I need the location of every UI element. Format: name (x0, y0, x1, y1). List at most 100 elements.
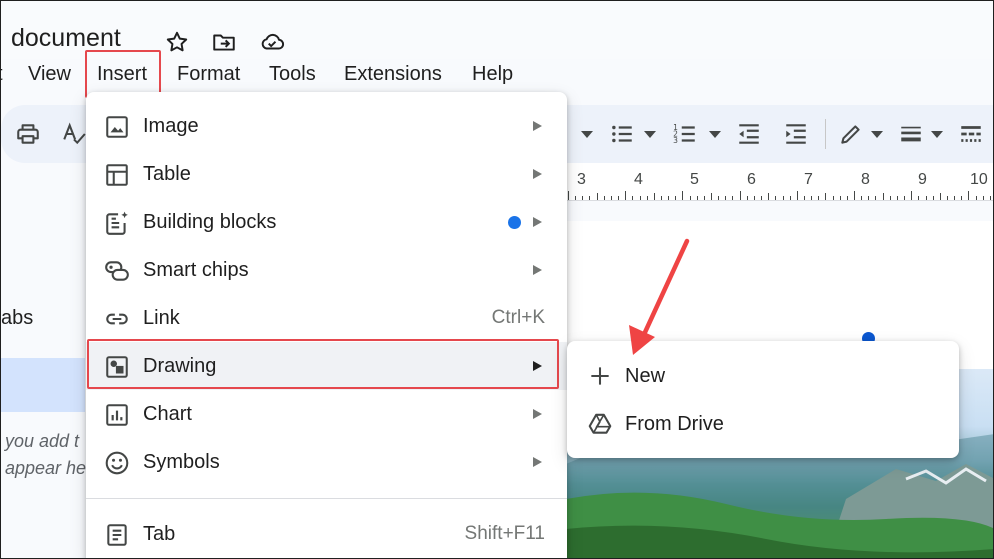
ruler-tick (739, 191, 741, 200)
chevron-down-icon[interactable] (709, 131, 721, 138)
toolbar-divider (825, 119, 826, 149)
menu-item-label: Link (143, 307, 180, 329)
menu-item-link[interactable]: Link Ctrl+K (86, 294, 567, 342)
menu-item-label: Smart chips (143, 259, 249, 281)
ruler-tick (803, 196, 805, 200)
move-folder-icon[interactable] (211, 29, 237, 55)
submenu-arrow-icon (533, 409, 542, 419)
menu-tools[interactable]: Tools (269, 61, 316, 87)
menu-item-label: Building blocks (143, 211, 277, 233)
menu-item-label: Table (143, 163, 191, 185)
menu-item-label: Chart (143, 403, 192, 425)
bulleted-list-icon[interactable] (609, 121, 635, 147)
app-window: document t View Insert Format Tools Exte… (0, 0, 994, 559)
ruler-tick (639, 196, 641, 200)
ruler-tick (861, 196, 863, 200)
horizontal-ruler[interactable]: 3 4 5 6 7 8 9 10 (566, 163, 993, 201)
ruler-tick (711, 193, 712, 200)
ruler-tick (582, 196, 584, 200)
ruler-tick (668, 196, 670, 200)
menu-item-tab[interactable]: Tab Shift+F11 (86, 510, 567, 558)
ruler-tick (632, 196, 634, 200)
menu-item-label: Image (143, 115, 199, 137)
ruler-tick (789, 196, 791, 200)
chart-icon (106, 404, 128, 426)
ruler-tick (682, 191, 684, 200)
menu-view[interactable]: View (28, 61, 71, 87)
submenu-arrow-icon (533, 217, 542, 227)
menu-edit[interactable]: t (1, 61, 3, 87)
ruler-tick (875, 196, 877, 200)
ruler-tick (675, 196, 677, 200)
line-weight-icon[interactable] (898, 121, 924, 147)
chevron-down-icon[interactable] (871, 131, 883, 138)
numbered-list-icon[interactable]: 1 2 3 (672, 121, 698, 147)
ruler-tick (575, 196, 577, 200)
menu-item-building-blocks[interactable]: Building blocks (86, 198, 567, 246)
menu-item-image[interactable]: Image (86, 102, 567, 150)
ruler-tick (568, 191, 569, 200)
menu-item-smart-chips[interactable]: Smart chips (86, 246, 567, 294)
ruler-number: 9 (918, 171, 927, 188)
ruler-tick (968, 191, 970, 200)
menu-item-chart[interactable]: Chart (86, 390, 567, 438)
chevron-down-icon[interactable] (931, 131, 943, 138)
submenu-item-from-drive[interactable]: From Drive (567, 400, 959, 448)
cloud-saved-icon[interactable] (259, 29, 285, 55)
ruler-tick (646, 196, 648, 200)
star-icon[interactable] (164, 29, 190, 55)
ruler-number: 8 (861, 171, 870, 188)
ruler-tick (961, 196, 963, 200)
decrease-indent-icon[interactable] (736, 121, 762, 147)
tabs-hint-line-1: you add t (5, 431, 80, 451)
menu-help[interactable]: Help (472, 61, 513, 87)
symbols-icon (105, 451, 129, 475)
print-icon[interactable] (15, 121, 41, 147)
ruler-tick (753, 196, 755, 200)
insert-dropdown-menu: Image Table Building blocks Smart chips … (86, 92, 567, 558)
drive-icon (588, 413, 612, 434)
selected-tab-row[interactable] (1, 358, 85, 412)
svg-text:3: 3 (673, 136, 678, 145)
building-blocks-icon (106, 211, 128, 235)
ruler-tick (954, 196, 956, 200)
ruler-tick (975, 196, 977, 200)
ruler-tick (603, 196, 605, 200)
ruler-number: 6 (747, 171, 756, 188)
ruler-tick (825, 193, 827, 200)
insert-menu-annotation-box (85, 50, 161, 98)
ruler-number: 4 (634, 171, 643, 188)
ruler-tick (732, 196, 734, 200)
ruler-tick (939, 193, 941, 200)
increase-indent-icon[interactable] (783, 121, 809, 147)
spelling-check-icon[interactable] (61, 121, 87, 147)
ruler-number: 7 (804, 171, 813, 188)
smart-chips-icon (105, 261, 129, 281)
menu-format[interactable]: Format (177, 61, 240, 87)
ruler-tick (882, 193, 884, 200)
chevron-down-icon[interactable] (581, 131, 593, 138)
ruler-tick (818, 196, 820, 200)
ruler-tick (868, 196, 870, 200)
ruler-tick (618, 196, 620, 200)
ruler-tick (696, 196, 698, 200)
ruler-tick (918, 196, 920, 200)
ruler-tick (689, 196, 691, 200)
submenu-arrow-icon (533, 169, 542, 179)
ruler-tick (796, 191, 798, 200)
ruler-tick (846, 196, 848, 200)
chevron-down-icon[interactable] (644, 131, 656, 138)
menu-item-symbols[interactable]: Symbols (86, 438, 567, 486)
submenu-item-label: New (625, 365, 666, 387)
menu-item-table[interactable]: Table (86, 150, 567, 198)
menu-divider (86, 498, 567, 499)
ruler-tick (718, 196, 720, 200)
document-title[interactable]: document (11, 23, 121, 53)
line-dash-icon[interactable] (958, 121, 984, 147)
menu-extensions[interactable]: Extensions (344, 61, 442, 87)
tab-icon (107, 524, 127, 546)
tabs-hint-line-2: appear he (5, 458, 87, 478)
ruler-tick (660, 196, 662, 200)
editing-mode-pencil-icon[interactable] (838, 121, 864, 147)
ruler-tick (703, 196, 705, 200)
